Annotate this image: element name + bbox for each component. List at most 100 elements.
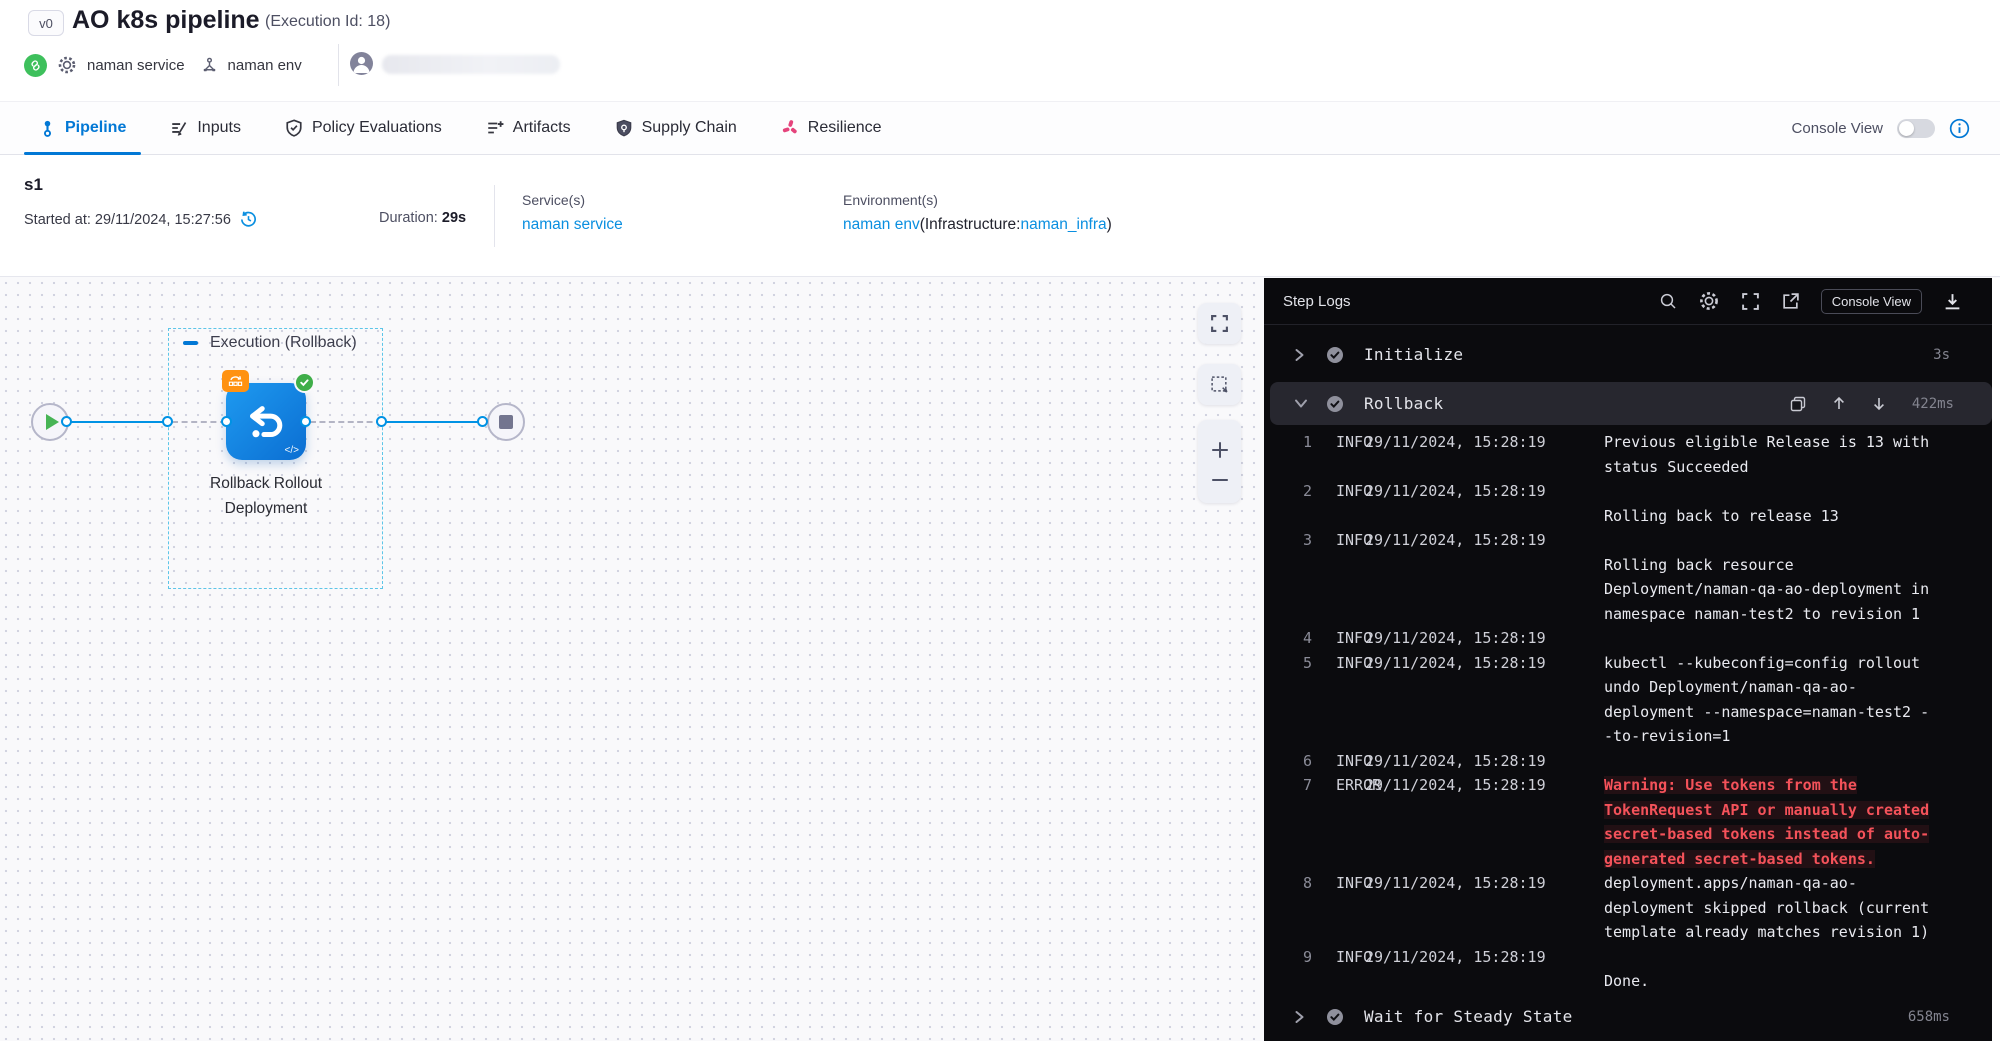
tab-pipeline[interactable]: Pipeline <box>24 102 141 154</box>
zoom-out-button[interactable] <box>1210 476 1230 484</box>
section-name: Initialize <box>1364 345 1463 364</box>
log-line-message: Rolling back to release 13 <box>1604 479 1976 528</box>
fullscreen-icon <box>1210 314 1229 333</box>
console-view-controls: Console View <box>1792 101 2000 155</box>
harness-execution-page: v0 AO k8s pipeline (Execution Id: 18) na… <box>0 0 2000 1041</box>
environment-name[interactable]: naman env <box>228 57 302 74</box>
log-line-level: INFO <box>1312 749 1365 774</box>
section-duration: 658ms <box>1908 1009 1950 1025</box>
log-panel-scrollbar[interactable] <box>1992 278 2000 1041</box>
console-view-button[interactable]: Console View <box>1821 289 1922 314</box>
canvas-zoom-controls <box>1198 420 1241 503</box>
execution-id: (Execution Id: 18) <box>265 13 390 31</box>
expand-fullscreen-icon[interactable] <box>1741 292 1760 311</box>
log-line-number: 8 <box>1264 871 1312 945</box>
rollback-arrow-icon <box>243 399 289 445</box>
log-line-level: INFO <box>1312 626 1365 651</box>
log-line-message <box>1604 749 1976 774</box>
download-logs-icon[interactable] <box>1943 292 1962 311</box>
console-view-toggle[interactable] <box>1897 119 1935 138</box>
scroll-up-icon[interactable] <box>1832 396 1846 411</box>
tab-supply-chain[interactable]: Supply Chain <box>600 102 752 154</box>
header-divider <box>338 44 339 86</box>
open-in-new-icon[interactable] <box>1781 292 1800 311</box>
service-name[interactable]: naman service <box>87 57 185 74</box>
log-line: 8 INFO 29/11/2024, 15:28:19 deployment.a… <box>1264 871 1976 945</box>
stage-divider <box>494 185 495 247</box>
chevron-down-icon[interactable] <box>1294 398 1310 409</box>
environment-link[interactable]: naman env <box>843 216 920 233</box>
tab-label: Resilience <box>808 119 882 137</box>
log-line-timestamp: 29/11/2024, 15:28:19 <box>1365 773 1604 871</box>
step-success-icon <box>1326 1008 1344 1026</box>
log-line-number: 4 <box>1264 626 1312 651</box>
log-line: 9 INFO 29/11/2024, 15:28:19 Done. <box>1264 945 1976 994</box>
environments-label: Environment(s) <box>843 192 938 208</box>
log-line: 5 INFO 29/11/2024, 15:28:19 kubectl --ku… <box>1264 651 1976 749</box>
environment-icon <box>201 57 218 74</box>
rollout-badge-icon <box>222 370 249 392</box>
log-line-level: ERROR <box>1312 773 1365 871</box>
scroll-down-icon[interactable] <box>1872 396 1886 411</box>
log-section-rollback[interactable]: Rollback 422ms <box>1270 382 1992 425</box>
tab-label: Artifacts <box>513 119 571 137</box>
log-line-number: 5 <box>1264 651 1312 749</box>
inputs-icon <box>170 119 188 137</box>
copy-logs-icon[interactable] <box>1790 396 1806 412</box>
log-line-timestamp: 29/11/2024, 15:28:19 <box>1365 871 1604 945</box>
canvas-select-button[interactable] <box>1198 364 1241 405</box>
tab-label: Inputs <box>197 119 241 137</box>
step-logs-header: Step Logs Console View <box>1264 278 1992 325</box>
pipeline-icon <box>39 120 56 137</box>
stage-started-at: Started at: 29/11/2024, 15:27:56 <box>24 210 258 229</box>
tab-inputs[interactable]: Inputs <box>155 102 256 154</box>
port <box>300 416 311 427</box>
zoom-in-button[interactable] <box>1210 440 1230 460</box>
play-icon <box>46 414 59 430</box>
log-line-timestamp: 29/11/2024, 15:28:19 <box>1365 749 1604 774</box>
code-tag-icon: </> <box>285 445 299 456</box>
log-lines[interactable]: 1 INFO 29/11/2024, 15:28:19 Previous eli… <box>1264 430 1976 994</box>
log-line-level: INFO <box>1312 945 1365 994</box>
section-duration: 3s <box>1933 347 1950 363</box>
stop-icon <box>499 415 513 429</box>
end-node[interactable] <box>487 403 525 441</box>
log-line-number: 2 <box>1264 479 1312 528</box>
chevron-right-icon[interactable] <box>1294 348 1310 362</box>
log-line-message: Previous eligible Release is 13 withstat… <box>1604 430 1976 479</box>
search-icon[interactable] <box>1659 292 1677 310</box>
tab-label: Supply Chain <box>642 119 737 137</box>
collapse-group-icon[interactable] <box>183 341 198 345</box>
log-line-level: INFO <box>1312 430 1365 479</box>
log-section-wait-steady-state[interactable]: Wait for Steady State 658ms <box>1264 995 1992 1038</box>
log-line-level: INFO <box>1312 651 1365 749</box>
info-icon[interactable] <box>1949 118 1970 139</box>
started-at-text: Started at: 29/11/2024, 15:27:56 <box>24 212 231 228</box>
tab-resilience[interactable]: Resilience <box>766 102 897 154</box>
artifacts-icon <box>486 119 504 137</box>
duration-label: Duration: <box>379 210 438 226</box>
log-line-message: Warning: Use tokens from theTokenRequest… <box>1604 773 1976 871</box>
canvas-fullscreen-button[interactable] <box>1198 303 1241 344</box>
service-link[interactable]: naman service <box>522 216 623 234</box>
step-node-label: Rollback Rollout Deployment <box>146 471 386 521</box>
tab-label: Policy Evaluations <box>312 119 442 137</box>
log-line-number: 1 <box>1264 430 1312 479</box>
tab-policy-evaluations[interactable]: Policy Evaluations <box>270 102 457 154</box>
marquee-select-icon <box>1210 375 1229 394</box>
service-gear-icon <box>57 55 77 75</box>
tab-artifacts[interactable]: Artifacts <box>471 102 586 154</box>
log-settings-gear-icon[interactable] <box>1698 290 1720 312</box>
chevron-right-icon[interactable] <box>1294 1010 1310 1024</box>
history-icon[interactable] <box>239 210 258 229</box>
log-line: 7 ERROR 29/11/2024, 15:28:19 Warning: Us… <box>1264 773 1976 871</box>
port <box>61 416 72 427</box>
step-success-icon <box>1326 395 1344 413</box>
console-view-label: Console View <box>1792 120 1883 137</box>
log-line: 1 INFO 29/11/2024, 15:28:19 Previous eli… <box>1264 430 1976 479</box>
log-section-initialize[interactable]: Initialize 3s <box>1264 333 1992 376</box>
infrastructure-link[interactable]: naman_infra <box>1020 216 1106 233</box>
execution-tabbar: Pipeline Inputs Policy Evaluations Artif… <box>0 101 2000 155</box>
group-title: Execution (Rollback) <box>210 334 357 352</box>
rollback-step-node[interactable]: </> <box>226 383 306 460</box>
